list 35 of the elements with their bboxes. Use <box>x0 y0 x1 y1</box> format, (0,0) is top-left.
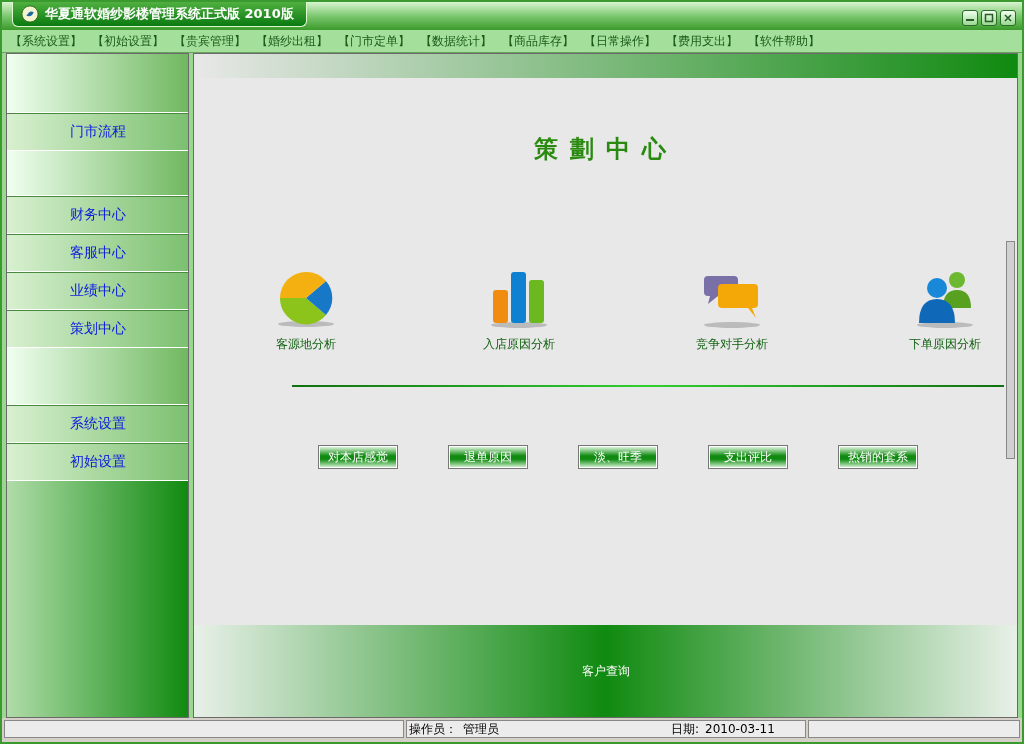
report-button[interactable]: 对本店感觉 <box>318 445 398 469</box>
report-button[interactable]: 热销的套系 <box>838 445 918 469</box>
operator-label: 操作员： <box>409 720 457 738</box>
menu-item[interactable]: 【费用支出】 <box>662 32 742 50</box>
menu-item[interactable]: 【日常操作】 <box>580 32 660 50</box>
sidebar-item[interactable]: 系统设置 <box>7 405 188 443</box>
sidebar-item[interactable]: 客服中心 <box>7 234 188 272</box>
menu-item[interactable]: 【初始设置】 <box>88 32 168 50</box>
sidebar-item[interactable]: 策划中心 <box>7 310 188 348</box>
customer-query-link[interactable]: 客户查询 <box>581 662 630 680</box>
analysis-label[interactable]: 下单原因分析 <box>909 336 982 353</box>
sidebar-item[interactable]: 初始设置 <box>7 443 188 481</box>
analysis-label[interactable]: 客源地分析 <box>275 336 336 353</box>
report-button[interactable]: 支出评比 <box>708 445 788 469</box>
menu-item[interactable]: 【软件帮助】 <box>744 32 824 50</box>
menu-item[interactable]: 【门市定单】 <box>334 32 414 50</box>
menu-item[interactable]: 【婚纱出租】 <box>252 32 332 50</box>
menu-item[interactable]: 【商品库存】 <box>498 32 578 50</box>
report-button[interactable]: 淡、旺季 <box>578 445 658 469</box>
date-label: 日期: <box>671 720 700 738</box>
date-value: 2010-03-11 <box>705 722 775 736</box>
operator-name: 管理员 <box>463 720 499 738</box>
page-heading: 策劃中心 <box>533 133 678 165</box>
menu-item[interactable]: 【系统设置】 <box>6 32 86 50</box>
app-logo-icon <box>21 5 39 23</box>
scrollbar[interactable] <box>1006 241 1015 459</box>
sidebar-item[interactable]: 业绩中心 <box>7 272 188 310</box>
analysis-label[interactable]: 入店原因分析 <box>482 336 555 353</box>
menu-item[interactable]: 【贵宾管理】 <box>170 32 250 50</box>
menu-item[interactable]: 【数据统计】 <box>416 32 496 50</box>
sidebar-item[interactable]: 门市流程 <box>7 113 188 151</box>
window-title: 华夏通软婚纱影楼管理系统正式版 2010版 <box>45 5 294 23</box>
analysis-label[interactable]: 竞争对手分析 <box>696 336 769 353</box>
report-button[interactable]: 退单原因 <box>448 445 528 469</box>
sidebar-item[interactable]: 财务中心 <box>7 196 188 234</box>
